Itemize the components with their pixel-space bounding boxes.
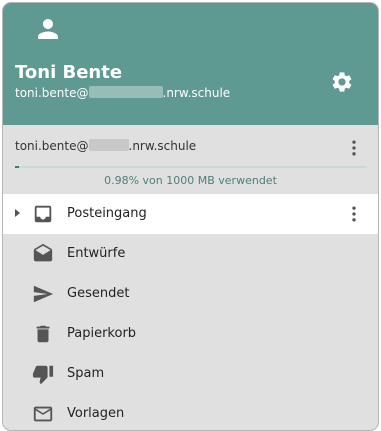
mail-outline-icon [33, 406, 53, 422]
folder-label: Spam [67, 366, 105, 381]
folder-list: Posteingang Entwürfe Gesendet Papierkorb… [3, 194, 378, 430]
settings-gear-icon[interactable] [330, 70, 354, 94]
folder-label: Entwürfe [67, 246, 126, 261]
mail-sidebar-panel: Toni Bente toni.bente@ .nrw.schule toni.b… [2, 2, 379, 431]
quota-progress-fill [15, 166, 19, 168]
redacted-email-part [88, 139, 129, 151]
account-email-prefix: toni.bente@ [15, 139, 89, 153]
expand-caret-icon[interactable] [15, 209, 20, 217]
folder-item-papierkorb[interactable]: Papierkorb [3, 314, 378, 354]
send-icon [33, 285, 54, 303]
quota-progress-bar [15, 166, 367, 168]
folder-item-posteingang[interactable]: Posteingang [3, 194, 378, 234]
redacted-email-part [88, 86, 163, 98]
account-email-suffix: .nrw.schule [128, 139, 197, 153]
thumb-down-icon [32, 365, 54, 385]
folder-item-spam[interactable]: Spam [3, 354, 378, 394]
folder-more-vert-icon[interactable] [344, 202, 364, 226]
quota-text: 0.98% von 1000 MB verwendet [104, 174, 277, 187]
inbox-icon [34, 205, 52, 223]
folder-item-entwuerfe[interactable]: Entwürfe [3, 234, 378, 274]
folder-label: Vorlagen [67, 406, 125, 421]
trash-icon [36, 325, 50, 343]
user-email-suffix: .nrw.schule [162, 86, 231, 100]
user-header: Toni Bente toni.bente@ .nrw.schule [3, 3, 378, 125]
user-email: toni.bente@ .nrw.schule [15, 86, 230, 100]
drafts-icon [33, 243, 53, 262]
account-email: toni.bente@ .nrw.schule [15, 139, 196, 153]
account-section: toni.bente@ .nrw.schule 0.98% von 1000 MB… [3, 126, 378, 192]
folder-item-vorlagen[interactable]: Vorlagen [3, 394, 378, 430]
account-more-vert-icon[interactable] [344, 136, 364, 160]
user-email-prefix: toni.bente@ [15, 86, 89, 100]
account-icon [38, 19, 58, 39]
folder-label: Gesendet [67, 286, 130, 301]
folder-item-gesendet[interactable]: Gesendet [3, 274, 378, 314]
folder-label: Papierkorb [67, 326, 137, 341]
folder-label: Posteingang [67, 206, 147, 221]
user-name: Toni Bente [15, 62, 123, 83]
